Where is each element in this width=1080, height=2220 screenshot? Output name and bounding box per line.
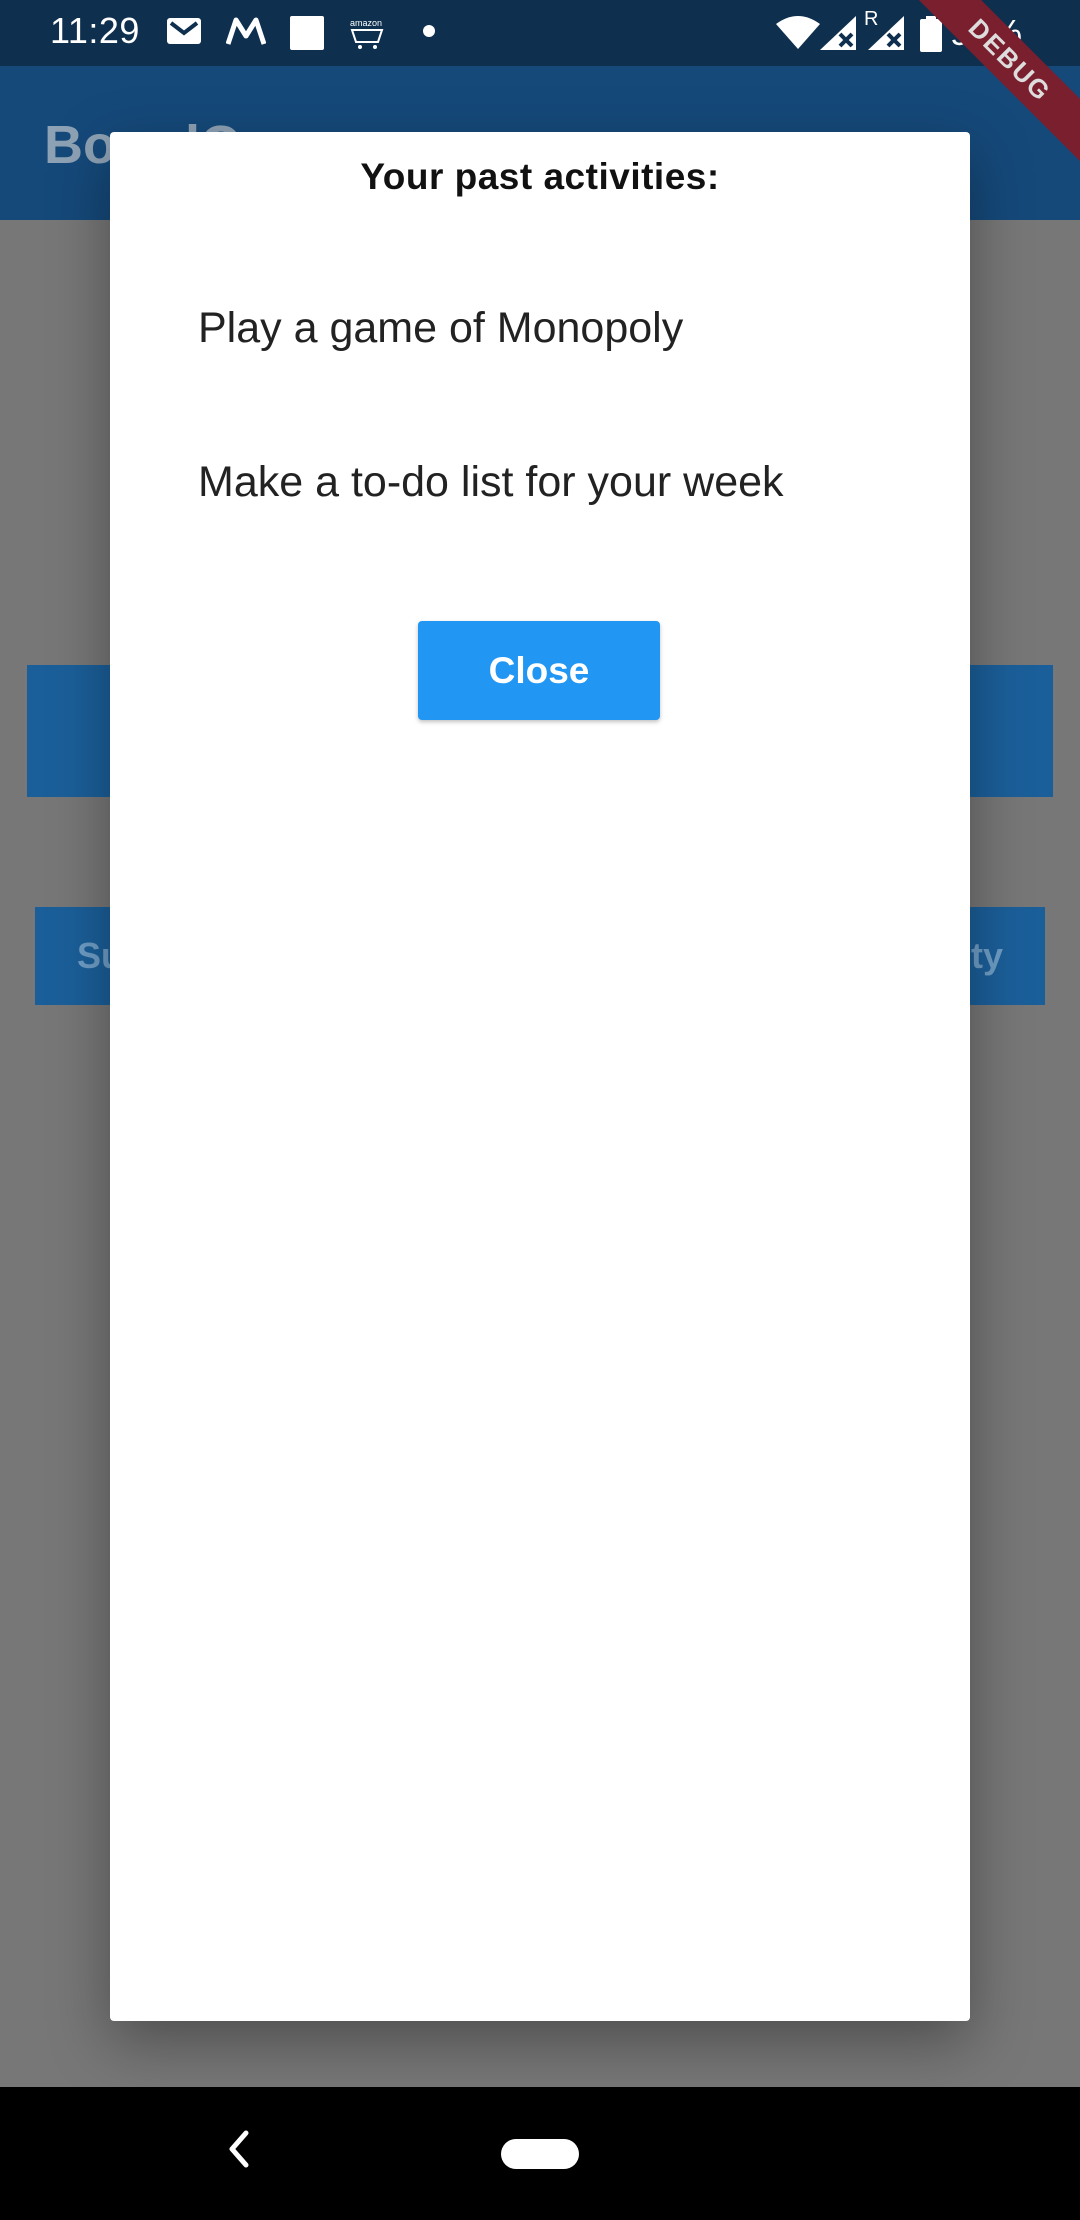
close-button[interactable]: Close (418, 621, 660, 720)
dialog-title: Your past activities: (360, 156, 720, 197)
dot-icon (423, 25, 435, 37)
activity-item: Play a game of Monopoly (198, 304, 684, 352)
past-activities-dialog: Your past activities: Play a game of Mon… (110, 132, 970, 2021)
wifi-icon (776, 16, 820, 49)
status-time: 11:29 (50, 10, 140, 51)
motorola-icon (226, 17, 266, 45)
background-right-button-label: ty (970, 935, 1003, 976)
battery-icon (920, 16, 942, 52)
gmail-icon (167, 18, 201, 44)
home-pill-button[interactable] (501, 2139, 579, 2169)
roaming-signal-icon (868, 16, 904, 50)
status-bar: 11:29 amazon R 97% (0, 0, 1080, 66)
signal-icon (820, 16, 856, 50)
square-icon (290, 16, 324, 50)
navigation-bar (0, 2087, 1080, 2220)
svg-text:amazon: amazon (350, 18, 382, 28)
back-icon[interactable] (226, 2129, 252, 2169)
activity-item: Make a to-do list for your week (198, 458, 784, 506)
amazon-icon: amazon (350, 18, 384, 49)
